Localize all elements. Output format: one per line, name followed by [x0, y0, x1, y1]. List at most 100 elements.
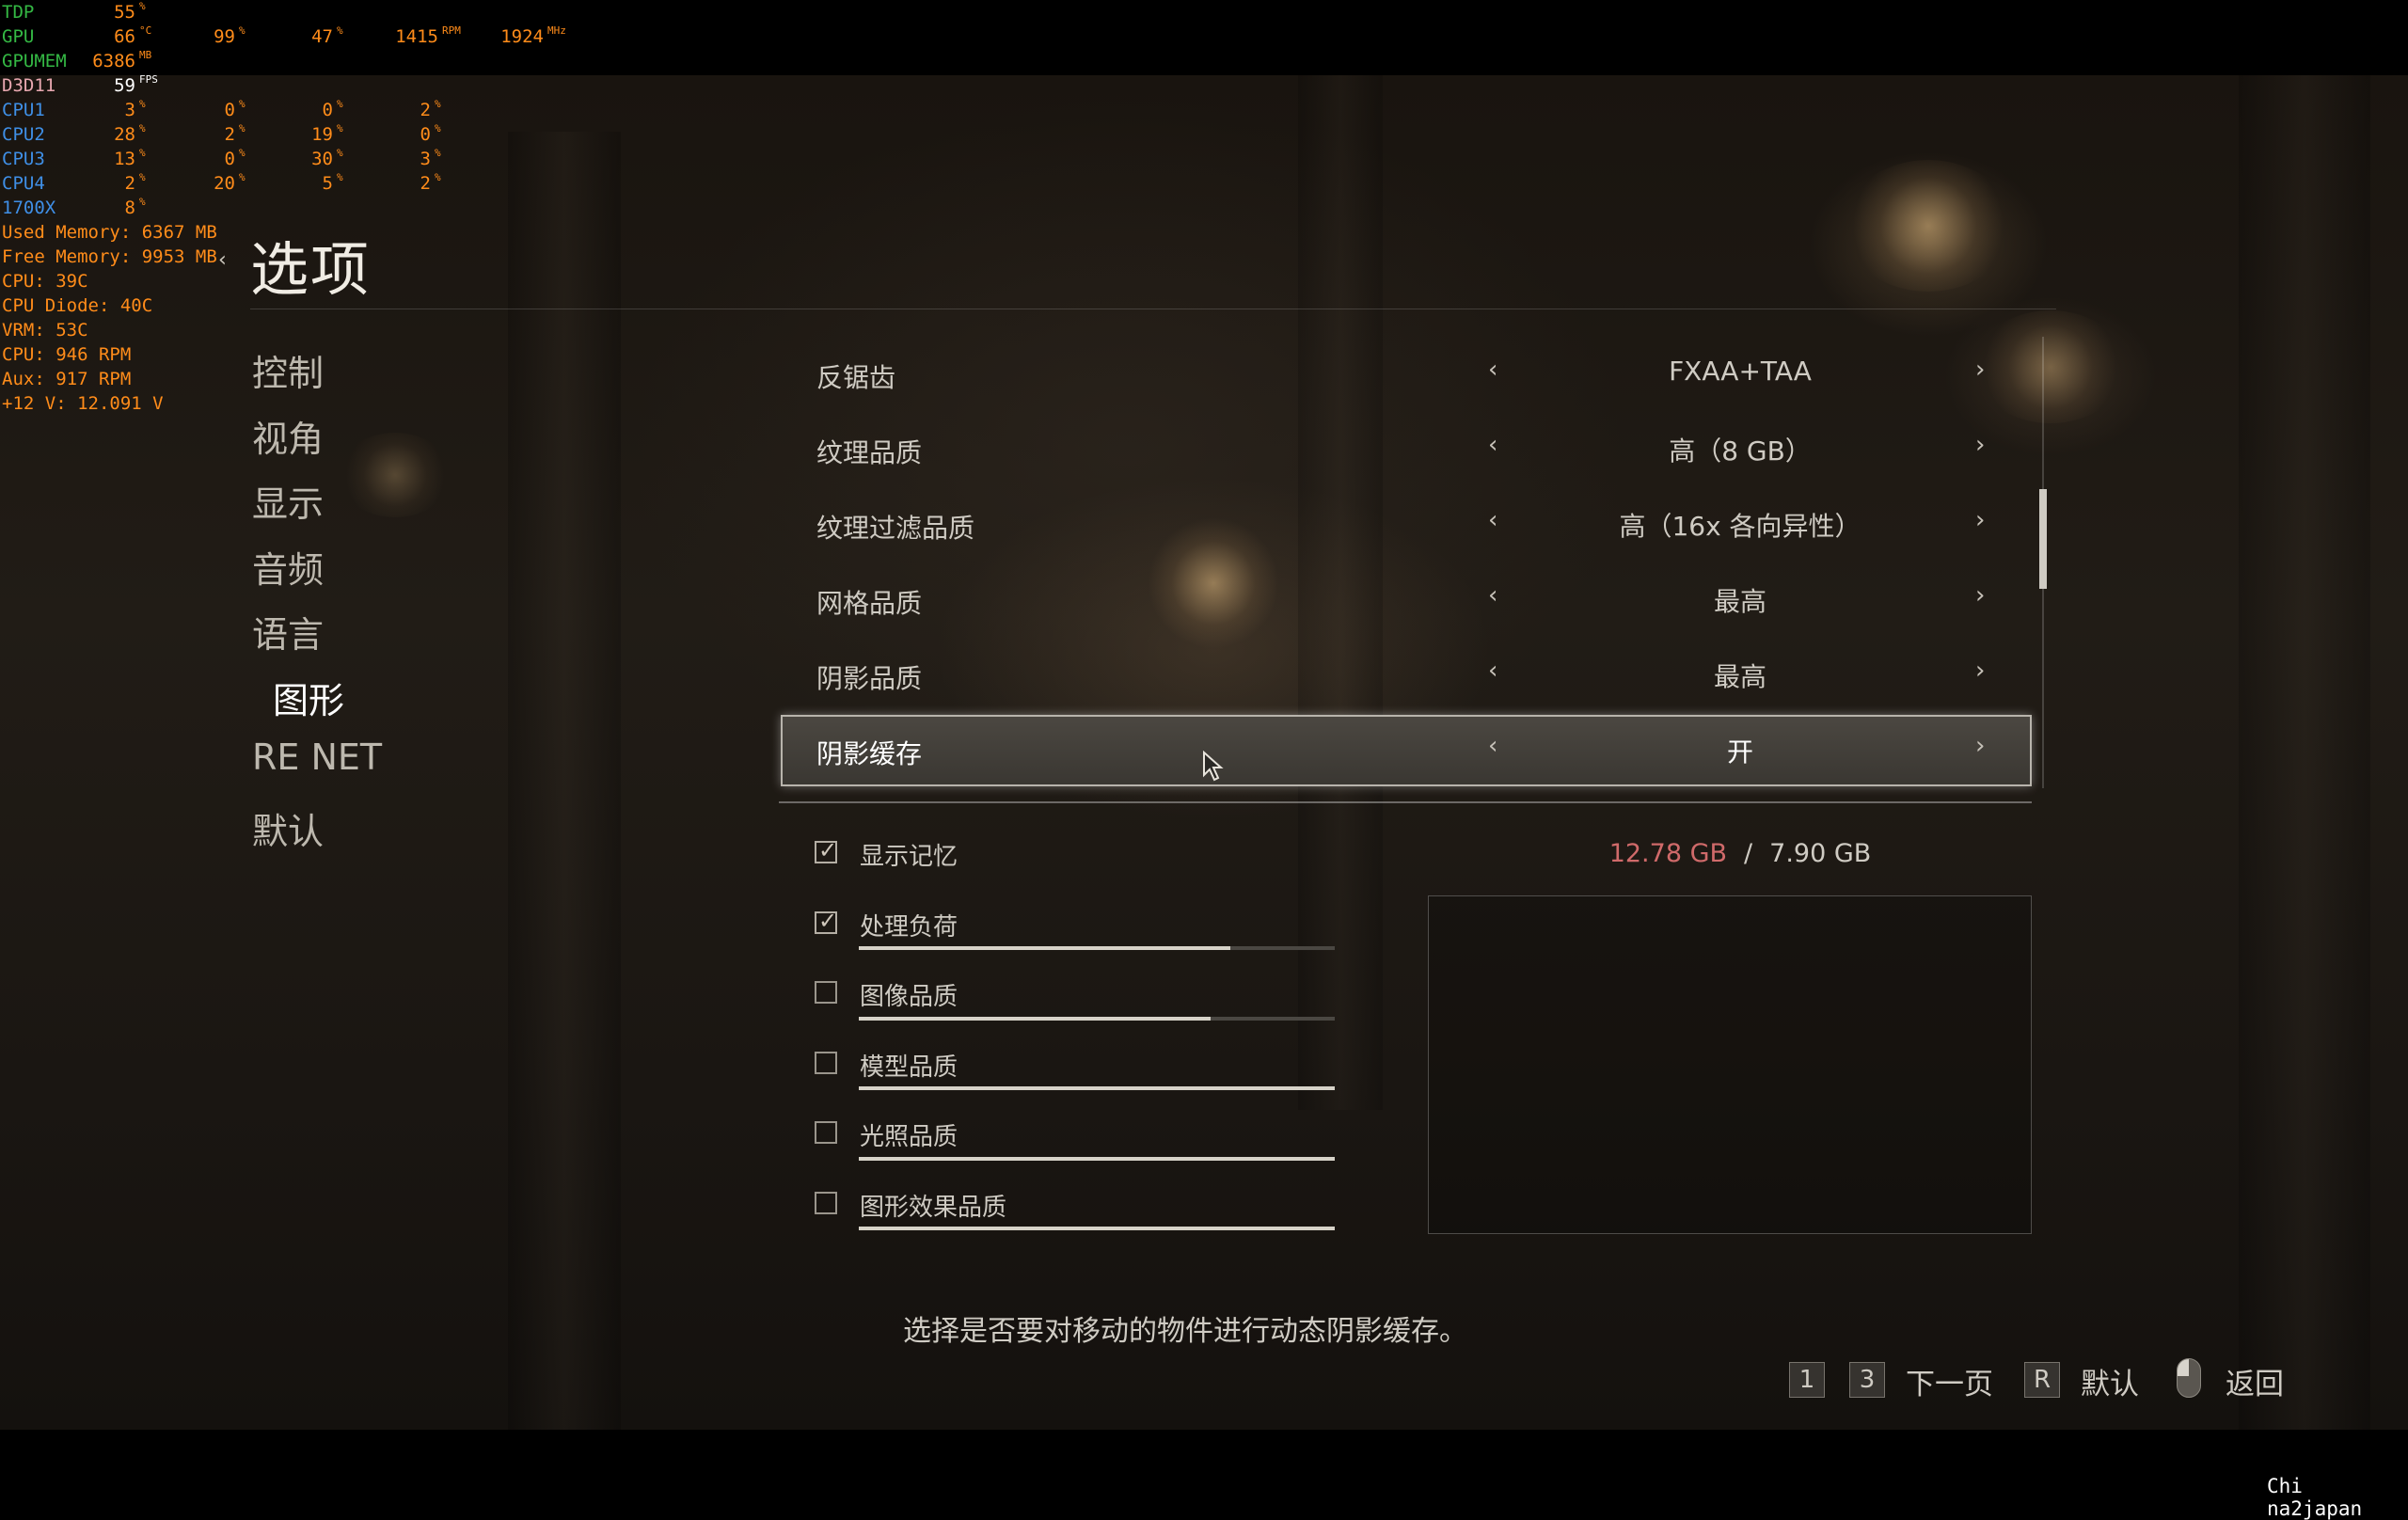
- hud-label: CPU3: [2, 149, 45, 169]
- meter-label: 模型品质: [860, 1053, 958, 1082]
- setting-row[interactable]: 网格品质 ‹ 最高 ›: [781, 564, 2032, 636]
- meter-checkbox[interactable]: [815, 1051, 837, 1074]
- hud-value: 3: [420, 149, 431, 169]
- nav-item[interactable]: 控制: [252, 344, 324, 396]
- hud-unit: %: [337, 24, 343, 37]
- mouse-cursor-icon: [1203, 751, 1224, 782]
- arrow-left-icon[interactable]: ‹: [1488, 657, 1497, 685]
- arrow-left-icon[interactable]: ‹: [1488, 506, 1497, 534]
- hud-label: GPUMEM: [2, 51, 67, 71]
- hud-unit: %: [139, 98, 146, 110]
- hud-unit: %: [435, 98, 441, 110]
- nav-item[interactable]: 音频: [252, 541, 324, 593]
- mouse-icon: [2177, 1358, 2201, 1398]
- hud-unit: %: [239, 122, 246, 135]
- hud-unit: %: [435, 122, 441, 135]
- hud-label: CPU2: [2, 124, 45, 145]
- hud-unit: MHz: [547, 24, 566, 37]
- arrow-right-icon[interactable]: ›: [1975, 657, 1985, 685]
- hud-row: CPU4 2% 20% 5% 2%: [0, 171, 583, 196]
- hud-value: 2: [124, 173, 135, 194]
- hud-row: CPU1 3% 0% 0% 2%: [0, 98, 583, 122]
- meter-checkbox[interactable]: [815, 1121, 837, 1144]
- nav-item[interactable]: 视角: [252, 410, 324, 462]
- hud-unit: MB: [139, 49, 152, 61]
- check-icon: ✓: [818, 837, 838, 863]
- setting-value: 开: [1726, 736, 1753, 768]
- setting-value: 高（16x 各向异性）: [1619, 511, 1861, 542]
- arrow-right-icon[interactable]: ›: [1975, 506, 1985, 534]
- setting-label: 网格品质: [816, 588, 923, 619]
- hud-unit: %: [337, 98, 343, 110]
- arrow-left-icon[interactable]: ‹: [1488, 732, 1497, 760]
- setting-row[interactable]: 纹理过滤品质 ‹ 高（16x 各向异性） ›: [781, 489, 2032, 561]
- setting-value: 最高: [1713, 661, 1766, 692]
- hud-line: Aux: 917 RPM: [2, 369, 132, 389]
- arrow-right-icon[interactable]: ›: [1975, 356, 1985, 384]
- hud-unit: %: [139, 0, 146, 12]
- hud-value: 3: [124, 100, 135, 120]
- hud-value: 59: [114, 75, 135, 96]
- hud-unit: %: [337, 122, 343, 135]
- hud-value: 19: [311, 124, 333, 145]
- hud-unit: %: [239, 147, 246, 159]
- hud-line: +12 V: 12.091 V: [2, 393, 164, 414]
- hud-line: Free Memory: 9953 MB: [2, 246, 217, 267]
- hud-unit: °C: [139, 24, 152, 37]
- meter-label: 图像品质: [860, 983, 958, 1011]
- hud-unit: RPM: [442, 24, 461, 37]
- hud-row: CPU3 13% 0% 30% 3%: [0, 147, 583, 171]
- back-label[interactable]: 返回: [2226, 1360, 2284, 1402]
- setting-row[interactable]: 阴影品质 ‹ 最高 ›: [781, 640, 2032, 711]
- setting-label: 阴影品质: [816, 663, 923, 694]
- preview-panel: [1428, 895, 2032, 1234]
- check-icon: ✓: [818, 907, 838, 934]
- memory-used: 12.78 GB: [1608, 839, 1728, 868]
- arrow-left-icon[interactable]: ‹: [1488, 356, 1497, 384]
- setting-row[interactable]: 纹理品质 ‹ 高（8 GB） ›: [781, 414, 2032, 485]
- setting-row[interactable]: 反锯齿 ‹ FXAA+TAA ›: [781, 339, 2032, 410]
- meter-checkbox[interactable]: ✓: [815, 907, 838, 934]
- scrollbar-thumb[interactable]: [2039, 489, 2047, 589]
- settings-divider: [779, 801, 2032, 803]
- setting-label: 纹理品质: [816, 437, 923, 468]
- hud-value: 1415: [395, 26, 438, 47]
- hud-value: 99: [214, 26, 235, 47]
- meter-bar: [859, 1086, 1335, 1090]
- hud-row: GPU 66 °C 99% 47% 1415 RPM 1924 MHz: [0, 24, 583, 49]
- hud-unit: FPS: [139, 73, 158, 86]
- hud-value: 20: [214, 173, 235, 194]
- hud-value: 1924: [500, 26, 544, 47]
- footer-label[interactable]: 下一页: [1906, 1360, 1993, 1402]
- hud-value: 13: [114, 149, 135, 169]
- hud-unit: %: [337, 147, 343, 159]
- hud-line: Used Memory: 6367 MB: [2, 222, 217, 243]
- hud-row: TDP 55%: [0, 0, 583, 24]
- meter-checkbox[interactable]: [815, 1191, 837, 1214]
- footer-label[interactable]: 默认: [2081, 1360, 2139, 1402]
- arrow-left-icon[interactable]: ‹: [1488, 431, 1497, 459]
- meter-checkbox[interactable]: ✓: [815, 837, 837, 863]
- arrow-right-icon[interactable]: ›: [1975, 732, 1985, 760]
- nav-item[interactable]: 显示: [252, 475, 324, 527]
- meter-bar-fill: [859, 1156, 1335, 1161]
- nav-item[interactable]: 默认: [252, 802, 324, 854]
- arrow-right-icon[interactable]: ›: [1975, 431, 1985, 459]
- nav-item[interactable]: RE NET: [252, 736, 382, 778]
- meter-label: 图形效果品质: [860, 1193, 1007, 1222]
- hud-unit: %: [435, 147, 441, 159]
- nav-item[interactable]: 图形: [273, 672, 344, 723]
- nav-item[interactable]: 语言: [252, 606, 324, 657]
- meter-checkbox[interactable]: [815, 981, 837, 1004]
- hud-row: 1700X 8%: [0, 196, 583, 220]
- memory-separator: /: [1744, 839, 1753, 868]
- hud-unit: %: [239, 24, 246, 37]
- meter-label: 光照品质: [860, 1123, 958, 1151]
- watermark: Chi na2japan: [2267, 1475, 2363, 1520]
- setting-row[interactable]: 阴影缓存 ‹ 开 ›: [781, 715, 2032, 786]
- key-3-icon: 3: [1849, 1362, 1885, 1398]
- bottom-letterbox: [0, 1430, 2408, 1505]
- arrow-right-icon[interactable]: ›: [1975, 581, 1985, 610]
- arrow-left-icon[interactable]: ‹: [1488, 581, 1497, 610]
- page-title: 选项: [250, 235, 372, 304]
